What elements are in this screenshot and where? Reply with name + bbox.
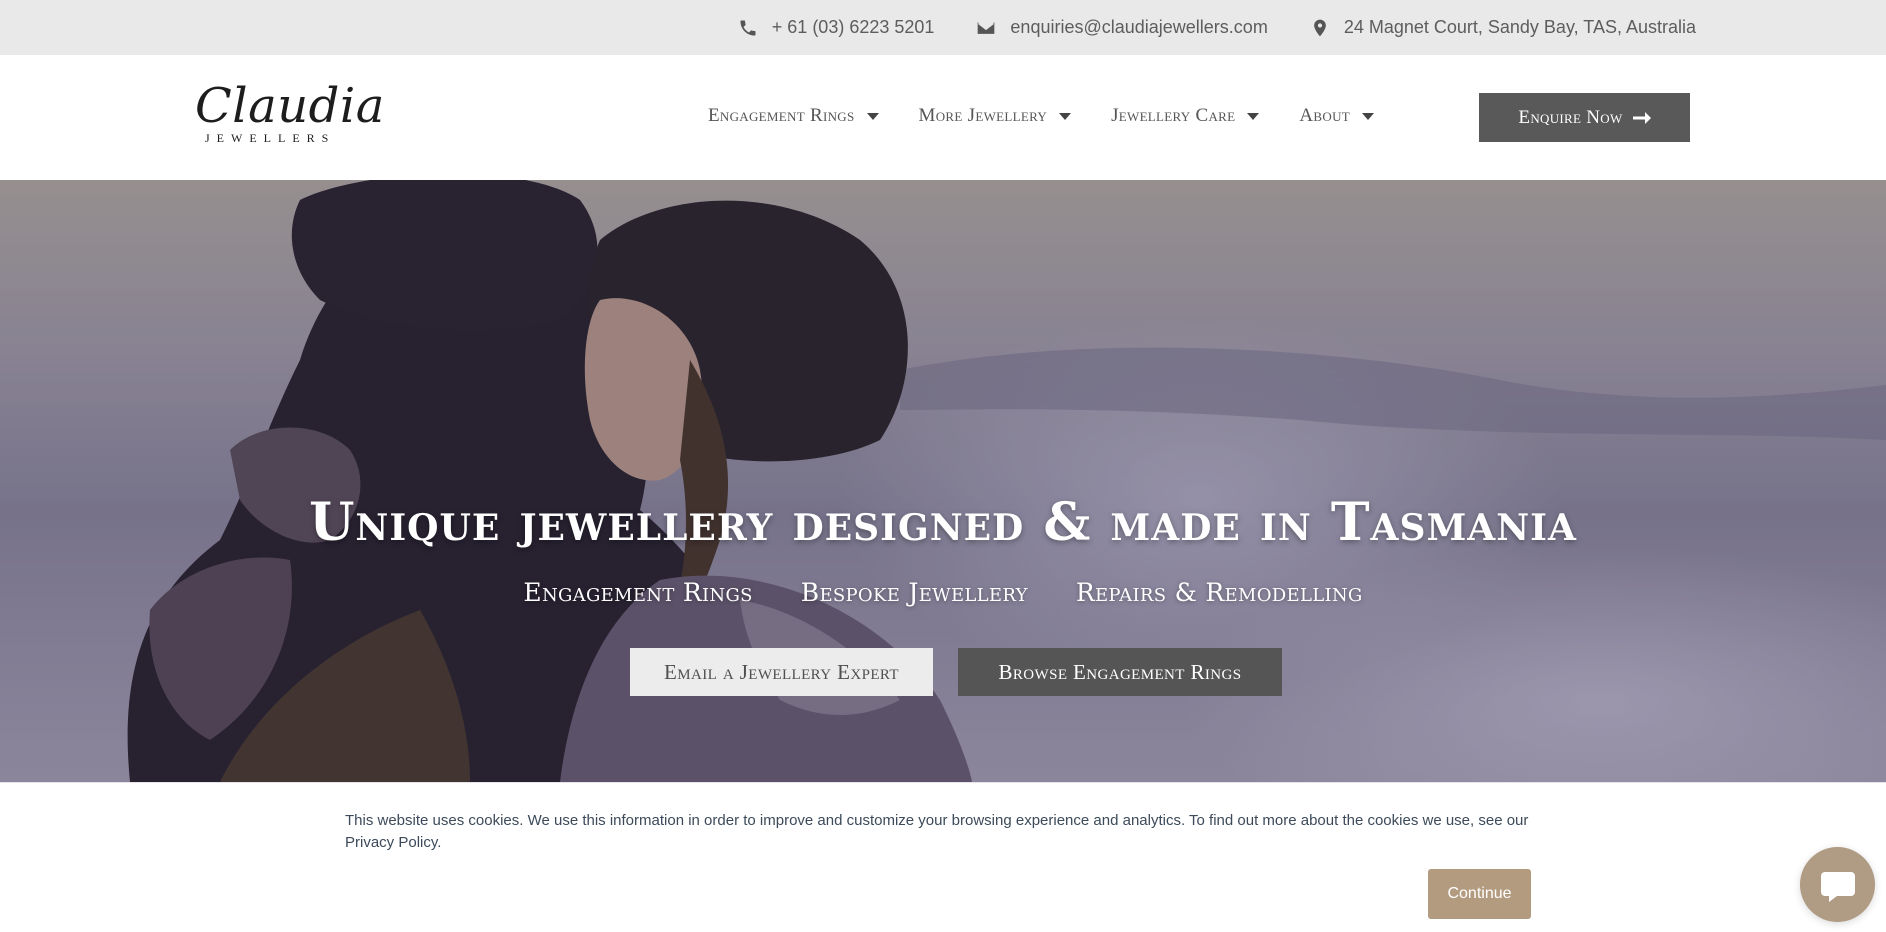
- cookie-banner: This website uses cookies. We use this i…: [0, 782, 1886, 932]
- browse-engagement-rings-button[interactable]: Browse Engagement Rings: [958, 648, 1282, 696]
- hero-links: Engagement Rings Bespoke Jewellery Repai…: [0, 578, 1886, 607]
- enquire-label: Enquire Now: [1518, 106, 1623, 128]
- email-expert-button[interactable]: Email a Jewellery Expert: [630, 648, 933, 696]
- nav-label: Engagement Rings: [708, 105, 855, 126]
- hero-overlay: [0, 180, 1886, 782]
- map-pin-icon: [1313, 19, 1326, 36]
- chat-icon: [1820, 871, 1855, 902]
- logo-subtitle: JEWELLERS: [205, 131, 336, 145]
- nav-about[interactable]: About: [1299, 105, 1375, 127]
- hero-link-repairs-remodelling[interactable]: Repairs & Remodelling: [1076, 578, 1363, 607]
- hero-section: Unique jewellery designed & made in Tasm…: [0, 180, 1886, 782]
- nav-label: Jewellery Care: [1111, 105, 1236, 126]
- caret-down-icon: [1247, 112, 1260, 120]
- nav-label: About: [1299, 105, 1351, 126]
- nav-more-jewellery[interactable]: More Jewellery: [919, 105, 1072, 127]
- logo-wordmark: Claudia: [195, 78, 385, 134]
- hero-title: Unique jewellery designed & made in Tasm…: [309, 492, 1577, 553]
- nav-label: More Jewellery: [918, 105, 1048, 126]
- hero-link-bespoke-jewellery[interactable]: Bespoke Jewellery: [801, 578, 1028, 607]
- contact-address[interactable]: 24 Magnet Court, Sandy Bay, TAS, Austral…: [1310, 17, 1696, 38]
- caret-down-icon: [1059, 112, 1072, 120]
- hero-link-engagement-rings[interactable]: Engagement Rings: [523, 578, 752, 607]
- caret-down-icon: [1362, 112, 1375, 120]
- phone-number: + 61 (03) 6223 5201: [771, 17, 935, 37]
- cookie-message: This website uses cookies. We use this i…: [345, 812, 1529, 851]
- nav-jewellery-care[interactable]: Jewellery Care: [1111, 105, 1260, 127]
- chat-widget-button[interactable]: [1800, 847, 1875, 922]
- main-nav: Engagement Rings More Jewellery Jeweller…: [708, 91, 1375, 141]
- nav-engagement-rings[interactable]: Engagement Rings: [708, 105, 879, 127]
- contact-email[interactable]: enquiries@claudiajewellers.com: [976, 17, 1268, 38]
- enquire-now-button[interactable]: Enquire Now: [1479, 93, 1690, 142]
- envelope-icon: [978, 21, 995, 34]
- cookie-continue-button[interactable]: Continue: [1428, 869, 1531, 919]
- phone-icon: [740, 20, 756, 35]
- site-header: Claudia JEWELLERS Engagement Rings More …: [0, 55, 1886, 180]
- claudia-logo[interactable]: Claudia JEWELLERS: [195, 78, 385, 159]
- caret-down-icon: [866, 112, 879, 120]
- arrow-right-icon: [1632, 111, 1651, 124]
- contact-bar: + 61 (03) 6223 5201 enquiries@claudiajew…: [0, 0, 1886, 55]
- email-address: enquiries@claudiajewellers.com: [1010, 17, 1268, 37]
- contact-phone[interactable]: + 61 (03) 6223 5201: [738, 17, 935, 38]
- address-text: 24 Magnet Court, Sandy Bay, TAS, Austral…: [1343, 17, 1696, 37]
